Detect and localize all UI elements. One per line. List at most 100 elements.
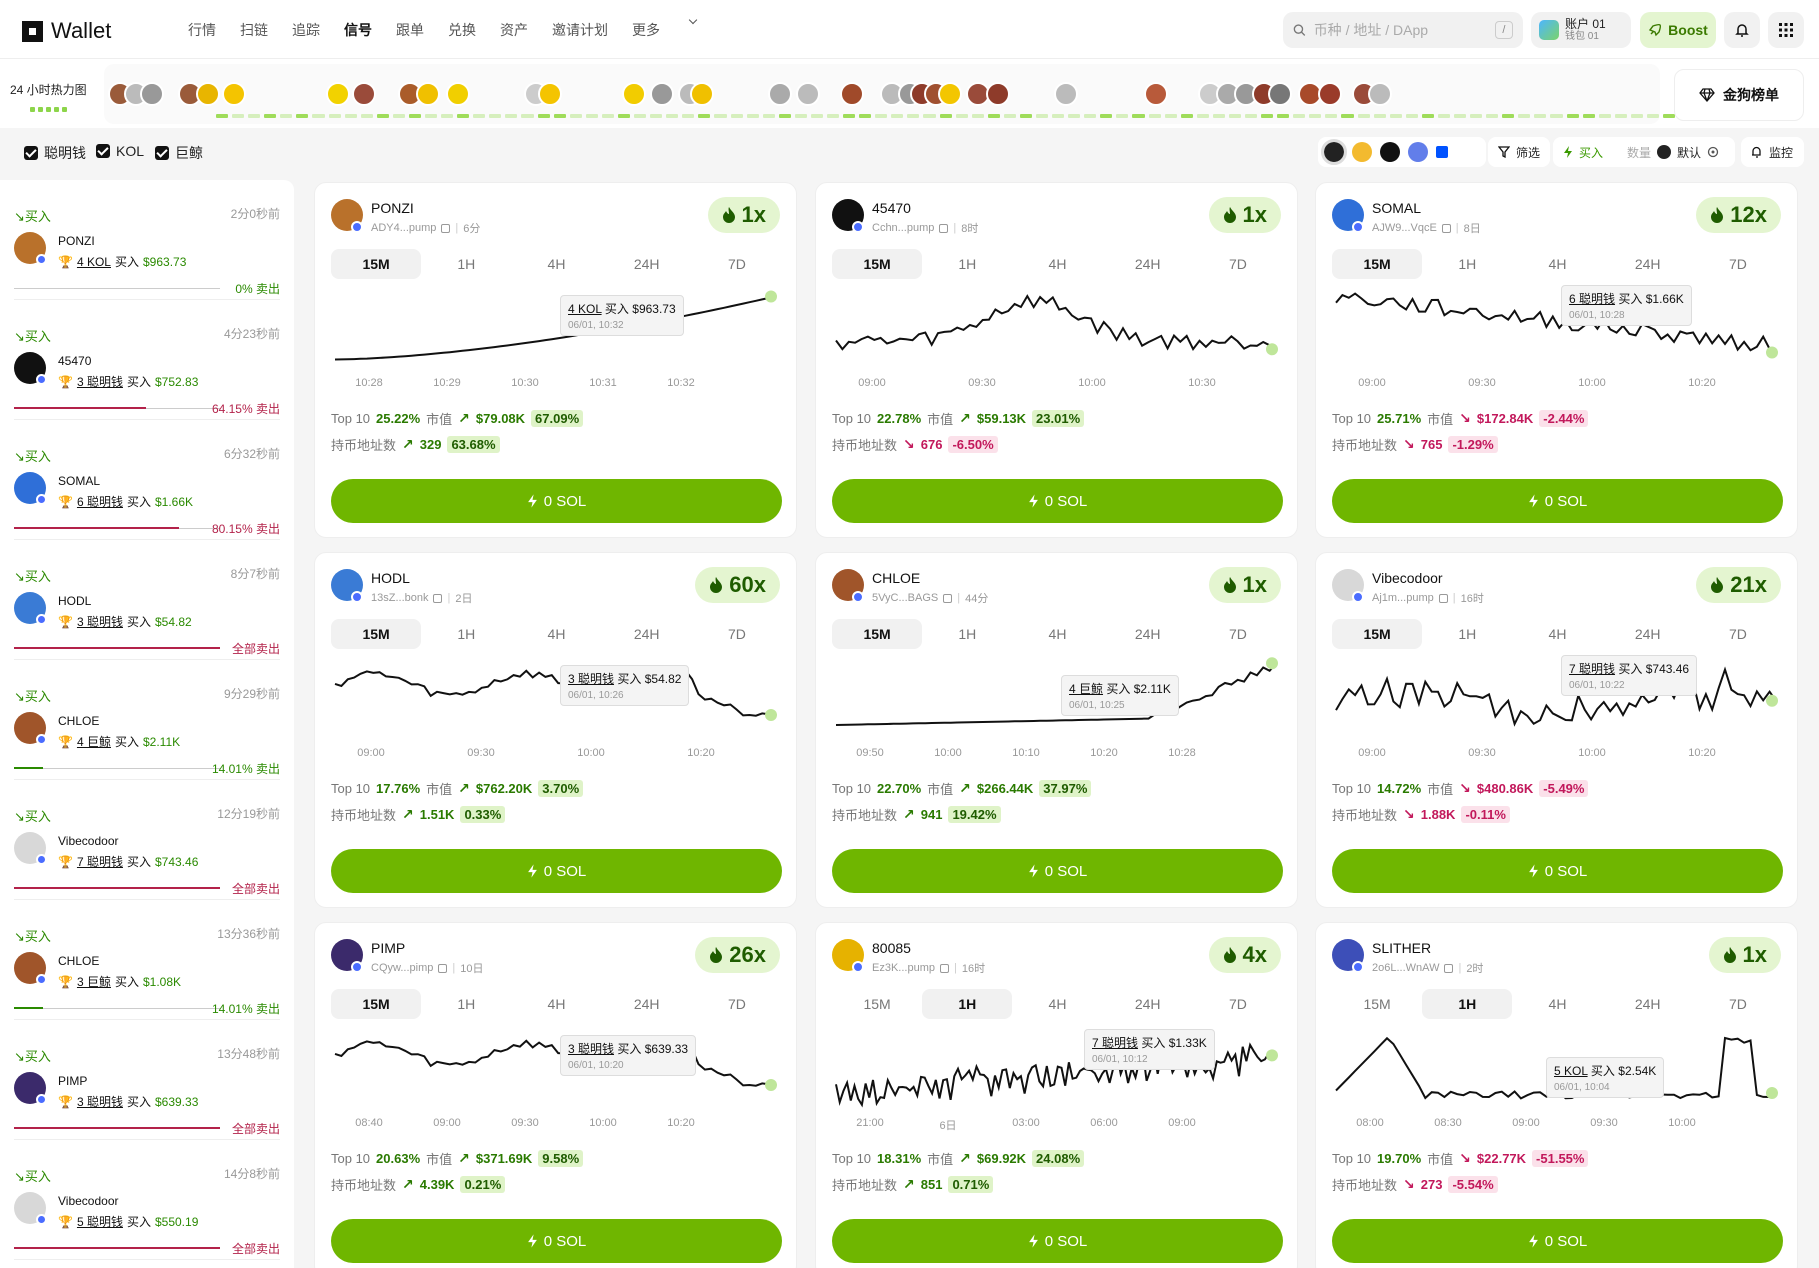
filter-button[interactable]: 筛选 bbox=[1488, 137, 1551, 167]
token-signal-card[interactable]: SOMAL AJW9...VqcE | 8日 12x 15M 1H 4H 24H 7D 09:00 0… bbox=[1315, 182, 1798, 538]
timeframe-tab[interactable]: 4H bbox=[1012, 989, 1102, 1019]
timeframe-tab[interactable]: 24H bbox=[602, 989, 692, 1019]
buy-marker[interactable] bbox=[1766, 346, 1778, 359]
timeframe-tab[interactable]: 1H bbox=[922, 249, 1012, 279]
settings-icon[interactable] bbox=[1707, 146, 1719, 158]
timeframe-tab[interactable]: 7D bbox=[692, 989, 782, 1019]
timeframe-tab[interactable]: 4H bbox=[1012, 619, 1102, 649]
copy-icon[interactable] bbox=[441, 223, 451, 233]
buy-marker[interactable] bbox=[1266, 657, 1278, 670]
golden-dog-leaderboard-button[interactable]: 金狗榜单 bbox=[1674, 69, 1804, 121]
token-coin-icon[interactable] bbox=[140, 82, 164, 106]
timeframe-tab[interactable]: 4H bbox=[511, 249, 601, 279]
notification-button[interactable] bbox=[1724, 12, 1760, 48]
timeframe-tab[interactable]: 1H bbox=[421, 989, 511, 1019]
feed-item[interactable]: ↘买入 4分23秒前 45470 🏆 3 聪明钱 买入 $752.83 64.15% 卖出 bbox=[14, 300, 280, 420]
quick-buy-button[interactable]: 0 SOL bbox=[331, 479, 782, 523]
timeframe-tab[interactable]: 1H bbox=[922, 619, 1012, 649]
timeframe-tab[interactable]: 7D bbox=[692, 249, 782, 279]
nav-item[interactable]: 邀请计划 bbox=[552, 20, 608, 40]
token-coin-icon[interactable] bbox=[1268, 82, 1292, 106]
feed-item[interactable]: ↘买入 8分7秒前 HODL 🏆 3 聪明钱 买入 $54.82 全部卖出 bbox=[14, 540, 280, 660]
wallet-count-link[interactable]: 6 聪明钱 bbox=[77, 493, 123, 510]
token-coin-icon[interactable] bbox=[222, 82, 246, 106]
nav-item[interactable]: 信号 bbox=[344, 20, 372, 40]
feed-item[interactable]: ↘买入 12分19秒前 Vibecodoor 🏆 7 聪明钱 买入 $743.46 全部卖出 bbox=[14, 780, 280, 900]
feed-item[interactable]: ↘买入 13分48秒前 PIMP 🏆 3 聪明钱 买入 $639.33 全部卖出 bbox=[14, 1020, 280, 1140]
timeframe-tab[interactable]: 15M bbox=[331, 989, 422, 1019]
search-input[interactable] bbox=[1313, 22, 1495, 38]
token-coin-icon[interactable] bbox=[650, 82, 674, 106]
monitor-button[interactable]: 监控 bbox=[1741, 137, 1804, 167]
quick-buy-button[interactable]: 0 SOL bbox=[331, 1219, 782, 1263]
quick-buy-button[interactable]: 0 SOL bbox=[832, 1219, 1283, 1263]
timeframe-tab[interactable]: 1H bbox=[922, 989, 1013, 1019]
token-signal-card[interactable]: CHLOE 5VyC...BAGS | 44分 1x 15M 1H 4H 24H 7D 09:50 1… bbox=[815, 552, 1298, 908]
timeframe-tab[interactable]: 7D bbox=[1693, 989, 1783, 1019]
tooltip-wallet-count[interactable]: 7 聪明钱 bbox=[1092, 1036, 1138, 1050]
copy-icon[interactable] bbox=[939, 963, 949, 973]
wallet-count-link[interactable]: 7 聪明钱 bbox=[77, 853, 123, 870]
token-coin-icon[interactable] bbox=[538, 82, 562, 106]
quick-buy-button[interactable]: 0 SOL bbox=[331, 849, 782, 893]
timeframe-tab[interactable]: 15M bbox=[1332, 989, 1422, 1019]
timeframe-tab[interactable]: 7D bbox=[1193, 619, 1283, 649]
quick-buy-button[interactable]: 0 SOL bbox=[832, 479, 1283, 523]
nav-item[interactable]: 兑换 bbox=[448, 20, 476, 40]
wallet-count-link[interactable]: 5 聪明钱 bbox=[77, 1213, 123, 1230]
token-signal-card[interactable]: SLITHER 2o6L...WnAW | 2时 1x 15M 1H 4H 24H 7D 08:00… bbox=[1315, 922, 1798, 1268]
heatmap-timeline[interactable] bbox=[104, 64, 1756, 124]
tooltip-wallet-count[interactable]: 3 聪明钱 bbox=[568, 672, 614, 686]
timeframe-tab[interactable]: 7D bbox=[1693, 619, 1783, 649]
token-coin-icon[interactable] bbox=[768, 82, 792, 106]
timeframe-tab[interactable]: 24H bbox=[1603, 249, 1693, 279]
timeframe-tab[interactable]: 24H bbox=[1103, 619, 1193, 649]
copy-icon[interactable] bbox=[943, 593, 953, 603]
token-coin-icon[interactable] bbox=[938, 82, 962, 106]
timeframe-tab[interactable]: 1H bbox=[1422, 989, 1513, 1019]
timeframe-tab[interactable]: 24H bbox=[1103, 249, 1193, 279]
timeframe-tab[interactable]: 15M bbox=[331, 249, 422, 279]
timeframe-tab[interactable]: 24H bbox=[602, 249, 692, 279]
nav-item[interactable]: 跟单 bbox=[396, 20, 424, 40]
feed-item[interactable]: ↘买入 9分29秒前 CHLOE 🏆 4 巨鲸 买入 $2.11K 14.01% 卖出 bbox=[14, 660, 280, 780]
token-signal-card[interactable]: 45470 Cchn...pump | 8时 1x 15M 1H 4H 24H 7D 09:00 09… bbox=[815, 182, 1298, 538]
quick-buy-settings[interactable]: 买入 数量 默认 bbox=[1553, 137, 1735, 167]
buy-marker[interactable] bbox=[1766, 1087, 1778, 1099]
tooltip-wallet-count[interactable]: 3 聪明钱 bbox=[568, 1042, 614, 1056]
timeframe-tab[interactable]: 24H bbox=[602, 619, 692, 649]
nav-item[interactable]: 资产 bbox=[500, 20, 528, 40]
timeframe-tab[interactable]: 7D bbox=[1193, 249, 1283, 279]
base-chain-icon[interactable] bbox=[1436, 146, 1448, 158]
timeframe-tab[interactable]: 24H bbox=[1603, 989, 1693, 1019]
quick-buy-button[interactable]: 0 SOL bbox=[1332, 479, 1783, 523]
account-switcher[interactable]: 账户 01 钱包 01 bbox=[1531, 12, 1631, 48]
token-coin-icon[interactable] bbox=[1368, 82, 1392, 106]
wallet-count-link[interactable]: 3 聪明钱 bbox=[77, 1093, 123, 1110]
quick-buy-button[interactable]: 0 SOL bbox=[832, 849, 1283, 893]
feed-item[interactable]: ↘买入 13分36秒前 CHLOE 🏆 3 巨鲸 买入 $1.08K 14.01% 卖出 bbox=[14, 900, 280, 1020]
feed-item[interactable]: ↘买入 2分0秒前 PONZI 🏆 4 KOL 买入 $963.73 0% 卖出 bbox=[14, 180, 280, 300]
smart-money-checkbox[interactable]: 聪明钱 bbox=[24, 143, 86, 163]
solana-chain-icon[interactable] bbox=[1321, 139, 1347, 165]
nav-item[interactable]: 追踪 bbox=[292, 20, 320, 40]
timeframe-tab[interactable]: 7D bbox=[692, 619, 782, 649]
token-coin-icon[interactable] bbox=[326, 82, 350, 106]
nav-item[interactable]: 更多 bbox=[632, 20, 660, 40]
timeframe-tab[interactable]: 7D bbox=[1193, 989, 1283, 1019]
copy-icon[interactable] bbox=[1441, 223, 1451, 233]
token-coin-icon[interactable] bbox=[840, 82, 864, 106]
ethereum-chain-icon[interactable] bbox=[1408, 142, 1428, 162]
buy-marker[interactable] bbox=[1266, 343, 1278, 356]
timeframe-tab[interactable]: 7D bbox=[1693, 249, 1783, 279]
timeframe-tab[interactable]: 4H bbox=[1012, 249, 1102, 279]
buy-marker[interactable] bbox=[765, 709, 777, 721]
timeframe-tab[interactable]: 1H bbox=[421, 249, 511, 279]
timeframe-tab[interactable]: 15M bbox=[1332, 249, 1423, 279]
timeframe-tab[interactable]: 4H bbox=[1512, 619, 1602, 649]
token-coin-icon[interactable] bbox=[196, 82, 220, 106]
token-signal-card[interactable]: Vibecodoor Aj1m...pump | 16时 21x 15M 1H 4H 24H 7D… bbox=[1315, 552, 1798, 908]
timeframe-tab[interactable]: 1H bbox=[421, 619, 511, 649]
wallet-count-link[interactable]: 3 聪明钱 bbox=[77, 613, 123, 630]
token-coin-icon[interactable] bbox=[446, 82, 470, 106]
